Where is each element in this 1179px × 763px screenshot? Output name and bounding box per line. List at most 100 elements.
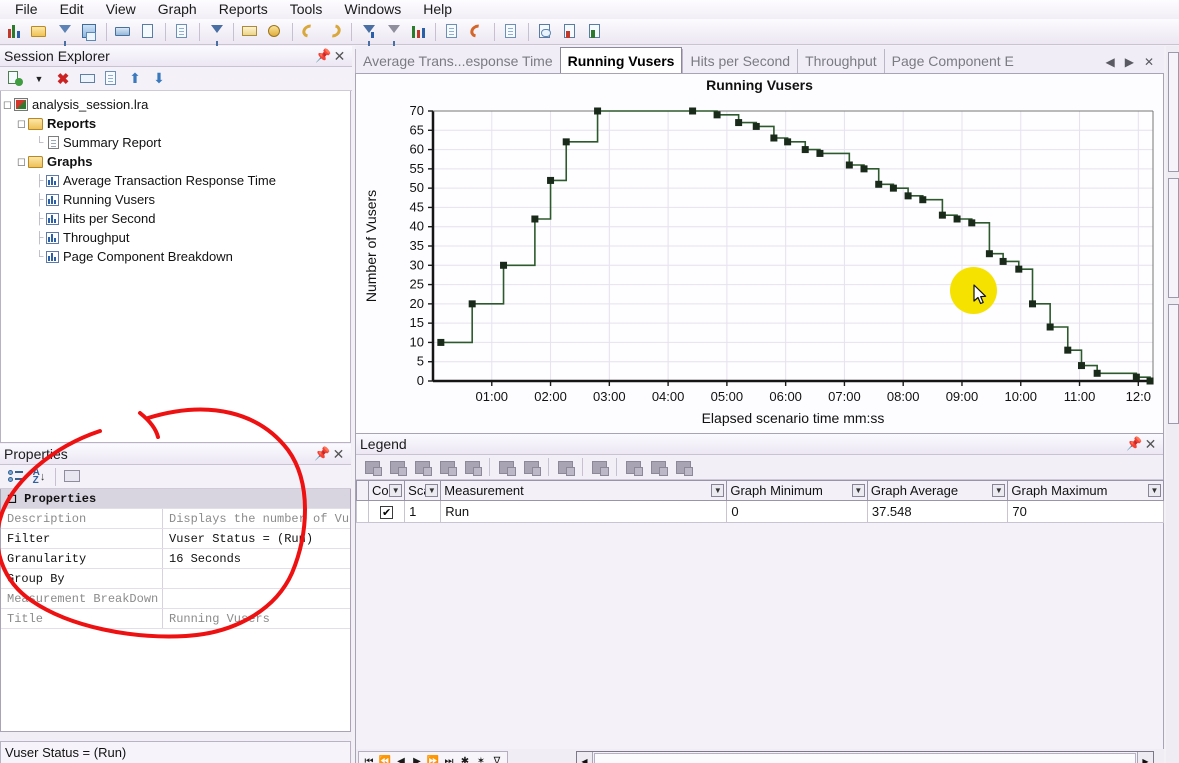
chevron-down-icon[interactable]: ▼ — [389, 484, 403, 497]
add-item-icon[interactable] — [3, 69, 27, 89]
tab-hits-per-second[interactable]: Hits per Second — [682, 49, 798, 74]
legend-horizontal-scrollbar[interactable]: ◀ ▶ — [576, 751, 1154, 763]
save-icon[interactable] — [78, 21, 101, 43]
tree-item-throughput[interactable]: ├ Throughput — [1, 228, 350, 247]
merge-icon[interactable] — [494, 457, 519, 477]
legend-col-color[interactable]: Col ▼ — [368, 480, 406, 501]
menu-tools[interactable]: Tools — [279, 0, 334, 19]
collapsed-dock-3[interactable] — [1168, 304, 1179, 424]
expander-icon[interactable]: ◻ — [15, 155, 28, 168]
property-row-title[interactable]: Title Running Vusers — [1, 609, 350, 629]
property-row-group-by[interactable]: Group By — [1, 569, 350, 589]
rename-icon[interactable] — [75, 69, 99, 89]
close-icon[interactable]: ✕ — [1143, 436, 1158, 453]
summary-report-icon[interactable] — [500, 21, 523, 43]
nav-filter-icon[interactable]: ∇ — [489, 752, 505, 763]
menu-windows[interactable]: Windows — [333, 0, 412, 19]
menu-view[interactable]: View — [95, 0, 147, 19]
chevron-down-icon[interactable]: ▼ — [425, 484, 439, 497]
properties-group-header[interactable]: ◻ Properties — [1, 489, 350, 509]
group-by-icon[interactable] — [621, 457, 646, 477]
print-preview-icon[interactable] — [137, 21, 160, 43]
menu-edit[interactable]: Edit — [49, 0, 95, 19]
property-row-granularity[interactable]: Granularity 16 Seconds — [1, 549, 350, 569]
row-grip[interactable] — [355, 500, 370, 523]
alphabetical-icon[interactable]: AZ ↓ — [27, 467, 51, 487]
nav-prev-page-button[interactable]: ⏪ — [377, 752, 393, 763]
duplicate-icon[interactable] — [99, 69, 123, 89]
ungroup-icon[interactable] — [646, 457, 671, 477]
auto-correlate-icon[interactable] — [519, 457, 544, 477]
properties-table[interactable]: ◻ Properties Description Displays the nu… — [0, 489, 351, 732]
session-explorer-tree[interactable]: ◻ analysis_session.lra ◻ Reports └ Summa… — [0, 91, 351, 443]
nav-next-page-button[interactable]: ⏩ — [425, 752, 441, 763]
collapse-icon[interactable]: ◻ — [7, 492, 17, 506]
delete-item-icon[interactable]: ✖ — [51, 69, 75, 89]
checkbox-icon[interactable]: ✔ — [380, 506, 394, 519]
nav-first-button[interactable]: ⏮ — [361, 752, 377, 763]
clear-filter-icon[interactable] — [382, 21, 405, 46]
new-analysis-icon[interactable] — [3, 21, 26, 43]
menu-reports[interactable]: Reports — [208, 0, 279, 19]
configure-measurement-icon[interactable] — [410, 457, 435, 477]
nav-last-button[interactable]: ⏭ — [441, 752, 457, 763]
legend-col-graph-minimum[interactable]: Graph Minimum ▼ — [726, 480, 868, 501]
move-up-icon[interactable]: ⬆ — [123, 69, 147, 89]
tab-page-component-breakdown[interactable]: Page Component E — [883, 49, 1021, 74]
pin-icon[interactable]: 📌 — [314, 446, 330, 462]
menu-file[interactable]: File — [4, 0, 49, 19]
filter-icon[interactable] — [205, 21, 228, 46]
web-page-diagnostics-icon[interactable] — [553, 457, 578, 477]
auto-correlate-icon[interactable] — [357, 21, 380, 46]
chevron-down-icon[interactable]: ▼ — [1148, 484, 1161, 497]
set-options-icon[interactable] — [53, 21, 76, 46]
graph-properties-icon[interactable] — [584, 21, 607, 43]
close-icon[interactable]: ✕ — [332, 48, 347, 65]
property-row-filter[interactable]: Filter Vuser Status = (Run) — [1, 529, 350, 549]
chevron-down-icon[interactable]: ▼ — [851, 484, 865, 497]
close-icon[interactable]: ✕ — [331, 446, 346, 463]
undo-icon[interactable] — [298, 21, 321, 43]
legend-col-scale[interactable]: Sca ▼ — [404, 480, 442, 501]
tree-node-graphs[interactable]: ◻ Graphs — [1, 152, 350, 171]
configure-graph-icon[interactable] — [559, 21, 582, 43]
move-down-icon[interactable]: ⬇ — [147, 69, 171, 89]
categorized-icon[interactable] — [3, 467, 27, 487]
nav-delete-button[interactable]: ✶ — [473, 752, 489, 763]
show-hide-icon[interactable] — [360, 457, 385, 477]
tree-node-root[interactable]: ◻ analysis_session.lra — [1, 95, 350, 114]
animate-icon[interactable] — [435, 457, 460, 477]
expander-icon[interactable]: ◻ — [1, 98, 14, 111]
tree-node-reports[interactable]: ◻ Reports — [1, 114, 350, 133]
legend-col-graph-average[interactable]: Graph Average ▼ — [866, 480, 1009, 501]
running-vusers-chart[interactable]: 0 5 10 15 20 25 30 35 40 45 50 55 60 65 70 01:00 02:00 03… — [356, 93, 1163, 461]
pin-icon[interactable]: 📌 — [1126, 436, 1142, 452]
property-row-measurement-breakdown[interactable]: Measurement BreakDown — [1, 589, 350, 609]
merge-graphs-icon[interactable] — [407, 21, 430, 43]
chevron-down-icon[interactable]: ▼ — [711, 484, 725, 497]
collapsed-dock-2[interactable] — [1168, 178, 1179, 298]
table-row[interactable]: ✔ 1 Run 0 37.548 70 — [355, 500, 1164, 523]
legend-col-graph-maximum[interactable]: Graph Maximum ▼ — [1007, 480, 1164, 501]
tree-item-hits-per-second[interactable]: ├ Hits per Second — [1, 209, 350, 228]
property-row-description[interactable]: Description Displays the number of Vus — [1, 509, 350, 529]
tree-item-avg-transaction-response-time[interactable]: ├ Average Transaction Response Time — [1, 171, 350, 190]
property-pages-icon[interactable] — [60, 467, 84, 487]
nav-next-button[interactable]: ▶ — [409, 752, 425, 763]
tab-running-vusers[interactable]: Running Vusers — [559, 47, 683, 74]
row-color-checkbox[interactable]: ✔ — [368, 500, 406, 523]
menu-help[interactable]: Help — [412, 0, 463, 19]
apply-time-filter-icon[interactable] — [264, 21, 287, 43]
pin-icon[interactable]: 📌 — [315, 48, 331, 64]
scroll-thumb[interactable] — [594, 753, 1136, 763]
open-session-icon[interactable] — [28, 21, 51, 43]
scroll-right-icon[interactable]: ▶ — [1137, 752, 1153, 763]
show-all-icon[interactable] — [385, 457, 410, 477]
dropdown-icon[interactable]: ▼ — [27, 69, 51, 89]
nav-prev-button[interactable]: ◀ — [393, 752, 409, 763]
legend-col-measurement[interactable]: Measurement ▼ — [440, 480, 728, 501]
tab-average-transaction-response-time[interactable]: Average Trans...esponse Time — [355, 49, 560, 74]
set-filter-icon[interactable] — [460, 457, 485, 477]
redo-icon[interactable] — [323, 21, 346, 43]
tree-item-running-vusers[interactable]: ├ Running Vusers — [1, 190, 350, 209]
